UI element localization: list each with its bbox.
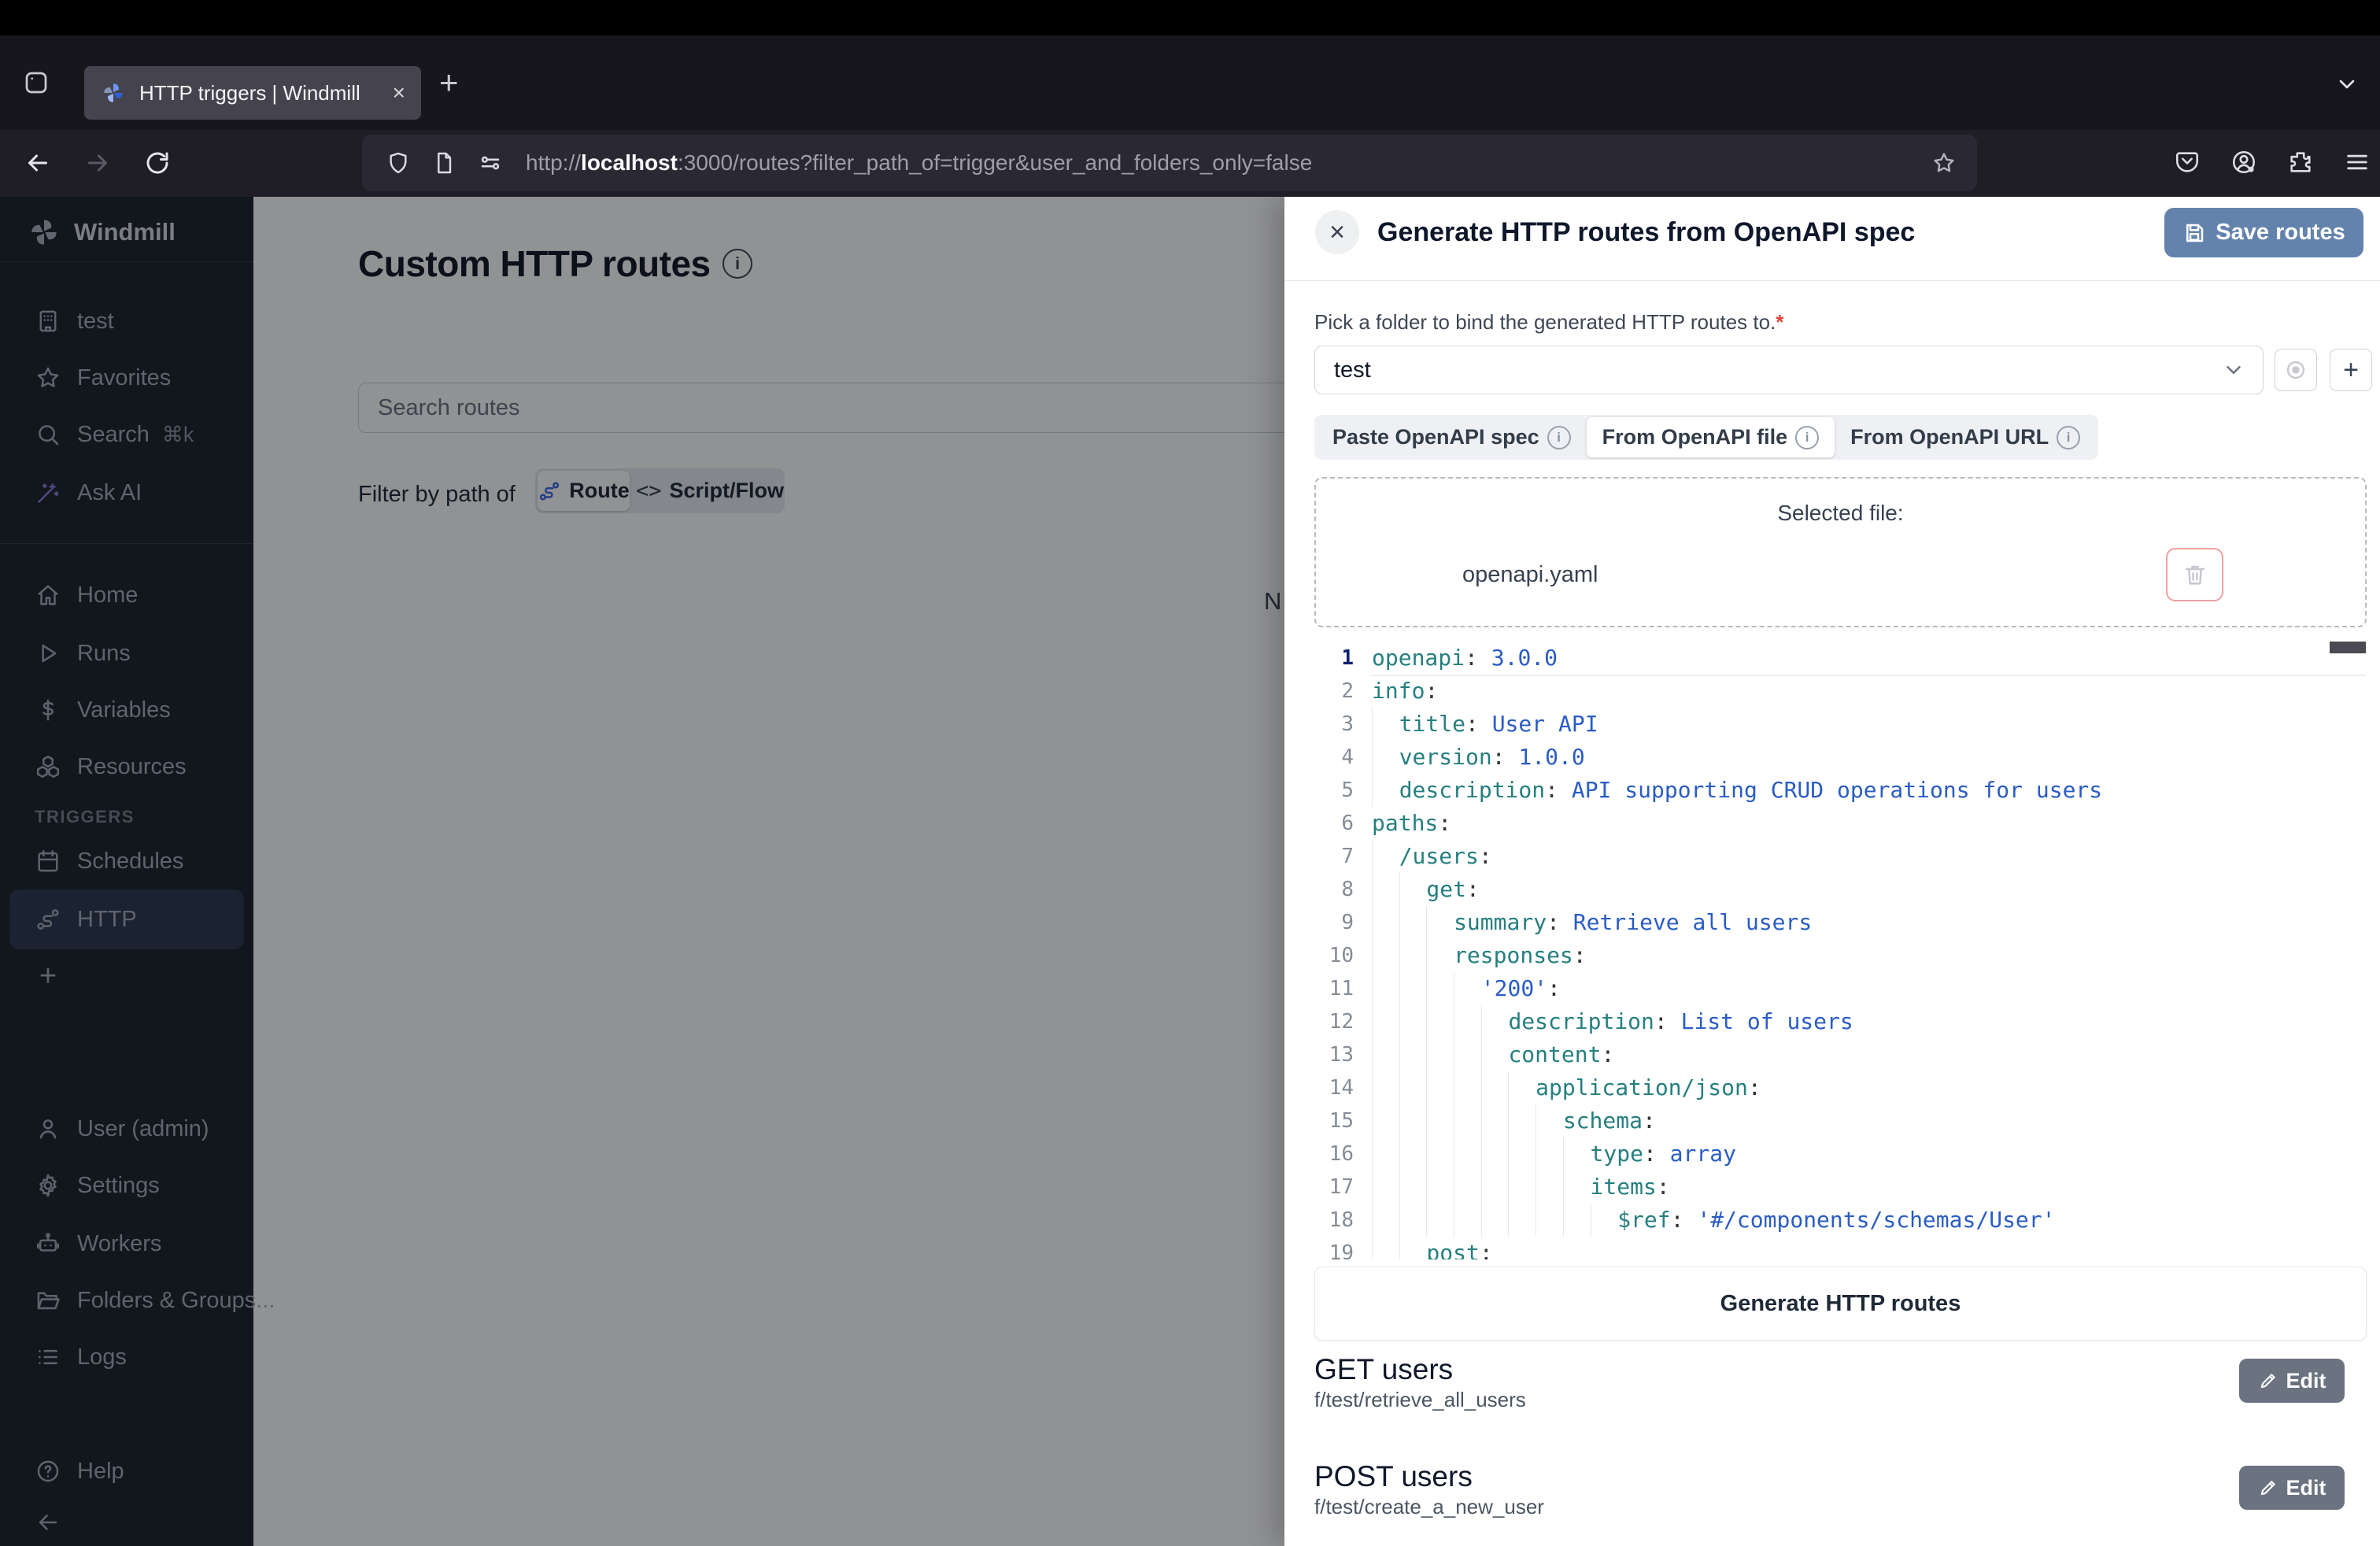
editor-line: 19post: bbox=[1314, 1237, 2366, 1259]
generated-route-post-users: POST usersf/test/create_a_new_user Edit bbox=[1314, 1460, 2367, 1546]
editor-line: 6paths: bbox=[1314, 807, 2366, 840]
divider bbox=[1284, 280, 2380, 281]
editor-line: 1openapi: 3.0.0 bbox=[1314, 642, 2366, 675]
editor-line: 3title: User API bbox=[1314, 708, 2366, 741]
generate-routes-button[interactable]: Generate HTTP routes bbox=[1314, 1267, 2367, 1341]
list-tabs-chevron-icon[interactable] bbox=[2334, 72, 2360, 97]
editor-line: 11'200': bbox=[1314, 972, 2366, 1005]
info-icon: i bbox=[2057, 426, 2080, 449]
editor-line: 2info: bbox=[1314, 675, 2366, 708]
page-info-icon[interactable] bbox=[431, 150, 456, 176]
edit-route-button[interactable]: Edit bbox=[2239, 1466, 2345, 1510]
save-routes-button[interactable]: Save routes bbox=[2164, 208, 2363, 257]
tab-strip: HTTP triggers | Windmill × + bbox=[0, 35, 2380, 130]
editor-line: 13content: bbox=[1314, 1038, 2366, 1071]
openapi-source-tabs: Paste OpenAPI speciFrom OpenAPI fileiFro… bbox=[1314, 415, 2098, 460]
selected-file-box: Selected file: openapi.yaml bbox=[1314, 477, 2367, 627]
url-path: :3000/routes?filter_path_of=trigger&user… bbox=[678, 150, 1312, 176]
selected-file-name: openapi.yaml bbox=[1462, 562, 1598, 588]
browser-tab[interactable]: HTTP triggers | Windmill × bbox=[84, 66, 421, 120]
info-icon: i bbox=[1795, 426, 1819, 449]
editor-line: 9summary: Retrieve all users bbox=[1314, 906, 2366, 939]
save-icon bbox=[2182, 221, 2206, 245]
windmill-favicon bbox=[102, 81, 125, 105]
view-folder-button[interactable] bbox=[2275, 349, 2317, 391]
reload-icon[interactable] bbox=[143, 149, 172, 177]
generated-route-get-users: GET usersf/test/retrieve_all_users Edit bbox=[1314, 1353, 2367, 1455]
forward-icon[interactable] bbox=[83, 149, 112, 177]
edit-route-button[interactable]: Edit bbox=[2239, 1359, 2345, 1403]
drawer-title: Generate HTTP routes from OpenAPI spec bbox=[1377, 217, 1915, 248]
url-host: localhost bbox=[581, 150, 678, 176]
required-asterisk: * bbox=[1776, 310, 1783, 334]
bookmark-star-icon[interactable] bbox=[1931, 150, 1957, 176]
editor-line: 7/users: bbox=[1314, 840, 2366, 873]
eye-icon bbox=[2283, 357, 2308, 383]
permissions-icon[interactable] bbox=[477, 150, 504, 176]
menu-icon[interactable] bbox=[2344, 149, 2371, 176]
pocket-icon[interactable] bbox=[2174, 149, 2201, 176]
tab-paste-openapi-spec[interactable]: Paste OpenAPI speci bbox=[1317, 417, 1587, 457]
firefox-view-icon[interactable] bbox=[22, 68, 50, 97]
route-title: GET users bbox=[1314, 1353, 1453, 1386]
info-icon: i bbox=[1547, 426, 1571, 449]
editor-line: 17items: bbox=[1314, 1171, 2366, 1204]
account-icon[interactable] bbox=[2230, 149, 2257, 176]
editor-line: 16type: array bbox=[1314, 1137, 2366, 1171]
remove-file-button[interactable] bbox=[2166, 548, 2223, 601]
drawer-scrim[interactable] bbox=[0, 197, 1284, 1546]
navigation-toolbar: http:// localhost :3000/routes?filter_pa… bbox=[0, 130, 2380, 197]
editor-line: 14application/json: bbox=[1314, 1071, 2366, 1104]
editor-line: 10responses: bbox=[1314, 939, 2366, 972]
editor-scrollbar-thumb[interactable] bbox=[2330, 642, 2366, 653]
browser-chrome: HTTP triggers | Windmill × + ht bbox=[0, 0, 2380, 197]
close-icon[interactable]: × bbox=[1315, 210, 1359, 254]
new-tab-button[interactable]: + bbox=[439, 64, 459, 102]
editor-line: 18$ref: '#/components/schemas/User' bbox=[1314, 1204, 2366, 1237]
tab-from-openapi-url[interactable]: From OpenAPI URLi bbox=[1835, 417, 2096, 457]
editor-line: 4version: 1.0.0 bbox=[1314, 741, 2366, 774]
editor-line: 15schema: bbox=[1314, 1104, 2366, 1137]
page-viewport: Windmill TRIGGERS testFavoritesSearch⌘kA… bbox=[0, 197, 2380, 1546]
add-folder-button[interactable]: + bbox=[2330, 349, 2372, 391]
tab-from-openapi-file[interactable]: From OpenAPI filei bbox=[1587, 417, 1835, 457]
trash-icon bbox=[2182, 561, 2208, 588]
editor-line: 5description: API supporting CRUD operat… bbox=[1314, 774, 2366, 807]
route-path: f/test/create_a_new_user bbox=[1314, 1495, 1544, 1519]
url-scheme: http:// bbox=[526, 150, 581, 176]
route-title: POST users bbox=[1314, 1460, 1473, 1493]
editor-line: 8get: bbox=[1314, 873, 2366, 906]
tab-close-icon[interactable]: × bbox=[393, 80, 405, 105]
folder-select-value: test bbox=[1334, 357, 2222, 383]
screen-top-band bbox=[0, 0, 2380, 35]
selected-file-label: Selected file: bbox=[1316, 501, 2365, 526]
route-path: f/test/retrieve_all_users bbox=[1314, 1388, 1526, 1412]
editor-line: 12description: List of users bbox=[1314, 1005, 2366, 1038]
openapi-drawer: × Generate HTTP routes from OpenAPI spec… bbox=[1284, 197, 2380, 1546]
tab-title: HTTP triggers | Windmill bbox=[139, 81, 360, 105]
folder-select[interactable]: test bbox=[1314, 346, 2264, 394]
shield-icon[interactable] bbox=[386, 150, 411, 176]
chevron-down-icon bbox=[2222, 358, 2245, 382]
back-icon[interactable] bbox=[24, 149, 52, 177]
save-routes-label: Save routes bbox=[2216, 220, 2345, 246]
extensions-icon[interactable] bbox=[2287, 149, 2314, 176]
url-bar[interactable]: http:// localhost :3000/routes?filter_pa… bbox=[362, 135, 1977, 191]
openapi-spec-editor[interactable]: 1openapi: 3.0.02info:3title: User API4ve… bbox=[1314, 642, 2366, 1259]
folder-picker-label: Pick a folder to bind the generated HTTP… bbox=[1314, 310, 1783, 335]
